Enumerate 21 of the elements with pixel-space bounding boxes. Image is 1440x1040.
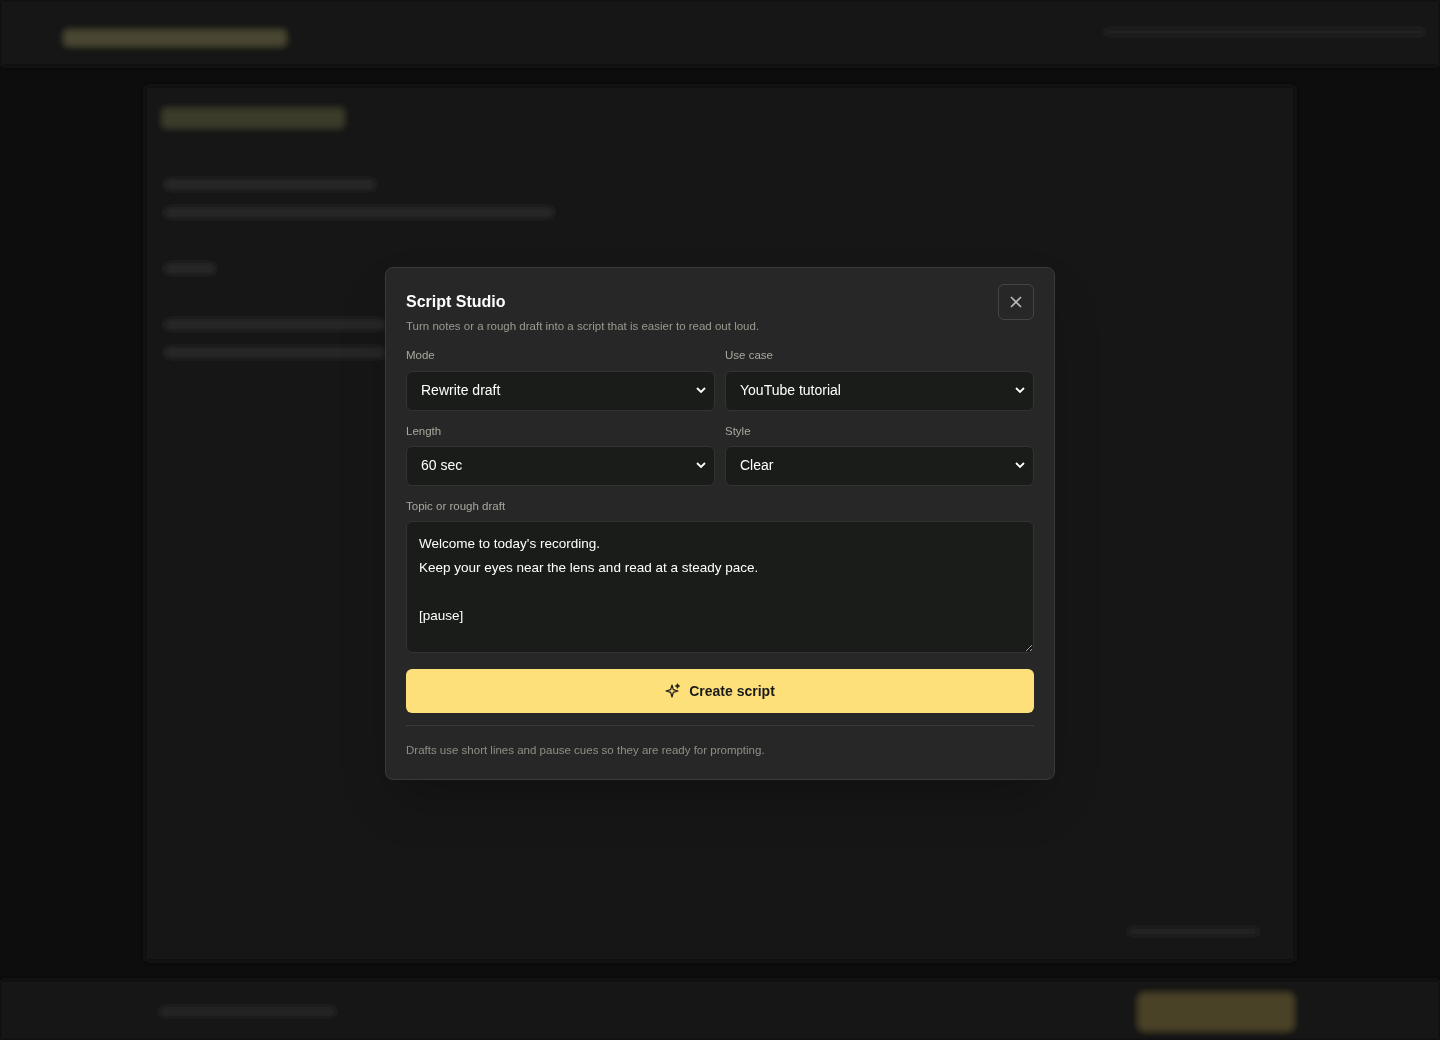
select-field[interactable]: 60 sec	[406, 445, 715, 486]
close-icon	[1010, 296, 1022, 308]
field-label: Mode	[406, 348, 436, 364]
select-field[interactable]: Rewrite draft	[406, 370, 715, 411]
close-button[interactable]	[998, 284, 1034, 320]
chevron-icon	[696, 462, 706, 470]
field-label: Topic or rough draft	[406, 498, 507, 514]
sparkle-icon	[665, 683, 682, 699]
select-field[interactable]: YouTube tutorial	[725, 370, 1034, 411]
chevron-icon	[1015, 387, 1025, 394]
chevron-icon	[1015, 462, 1025, 470]
select-field[interactable]: Clear	[725, 445, 1034, 486]
field-label: Use case	[725, 348, 774, 364]
draft-textarea[interactable]: Welcome to today's recording. Keep your eyes near the lens and read at a steady pace. [pause]	[406, 521, 1034, 653]
create-script-button[interactable]: Create script	[406, 669, 1034, 713]
dialog-subtitle: Turn notes or a rough draft into a script that is easier to read out loud.	[406, 319, 760, 334]
field-label: Length	[406, 423, 443, 439]
dialog-title: Script Studio	[406, 292, 507, 312]
field-label: Style	[725, 423, 752, 439]
chevron-icon	[696, 387, 706, 394]
footnote-text: Drafts use short lines and pause cues so they are ready for prompting.	[406, 725, 1034, 760]
